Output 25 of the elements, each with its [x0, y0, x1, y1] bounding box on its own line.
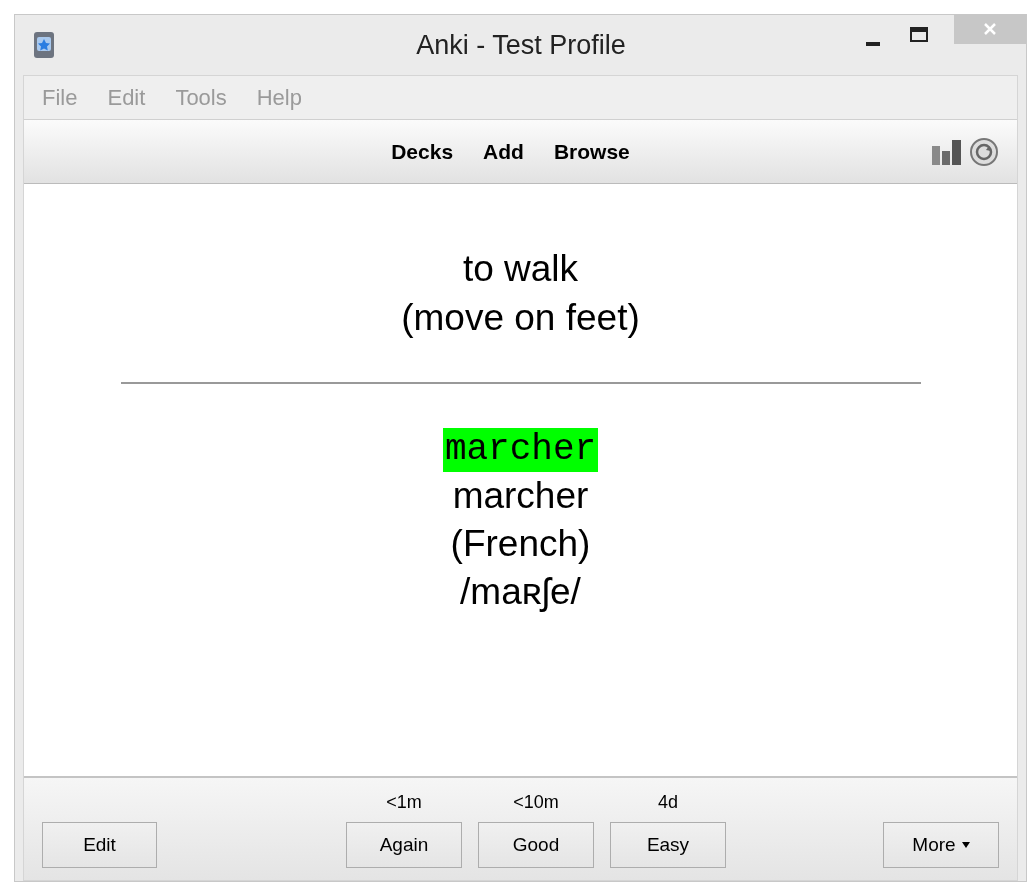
more-button[interactable]: More: [883, 822, 999, 868]
card-answer: (French): [450, 522, 591, 566]
close-icon: [983, 22, 997, 36]
toolbar-link[interactable]: Browse: [553, 135, 630, 168]
interval-label: <10m: [513, 791, 559, 814]
interval-label: <1m: [386, 791, 422, 814]
answer-button[interactable]: Again: [346, 822, 462, 868]
answer-button[interactable]: Easy: [610, 822, 726, 868]
app-icon: [33, 31, 55, 59]
interval-label: 4d: [658, 791, 678, 814]
window-title: Anki - Test Profile: [415, 28, 627, 62]
card-question: (move on feet): [401, 296, 640, 340]
toolbar-link[interactable]: Add: [483, 135, 524, 168]
card-answer: /maʀʃe/: [460, 570, 581, 614]
card-question: to walk: [462, 247, 579, 291]
more-label: More: [912, 832, 956, 857]
answer-button[interactable]: Good: [478, 822, 594, 868]
dropdown-caret-icon: [961, 842, 970, 848]
typed-answer: marcher: [442, 428, 599, 472]
maximize-icon[interactable]: [910, 27, 928, 42]
toolbar-link[interactable]: Decks: [391, 135, 454, 168]
card-answer: marcher: [452, 474, 589, 518]
edit-button[interactable]: Edit: [42, 822, 157, 868]
sync-icon[interactable]: [969, 136, 999, 167]
stats-icon[interactable]: [931, 137, 963, 166]
